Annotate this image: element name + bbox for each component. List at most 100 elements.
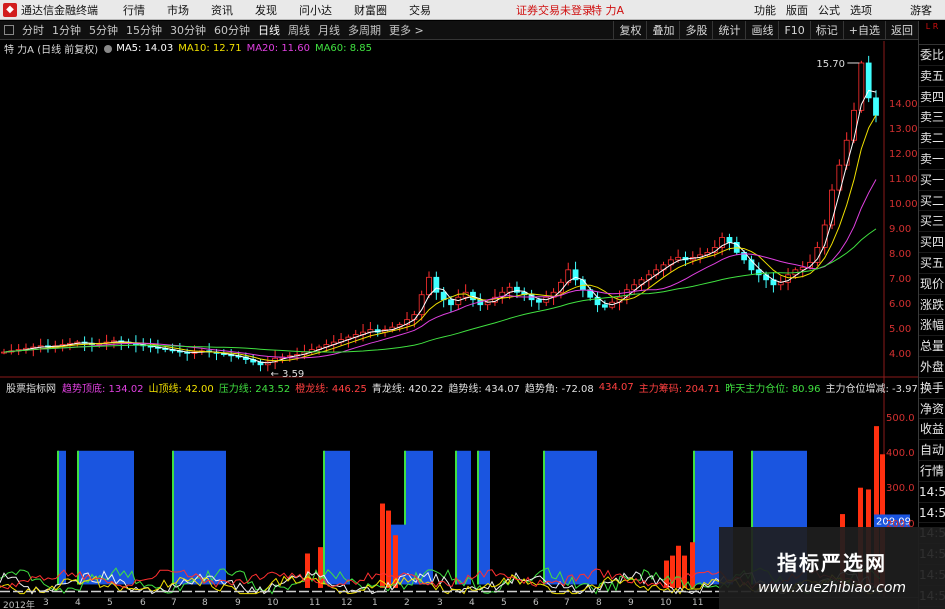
panel-item[interactable]: 买四 [919, 232, 945, 253]
indicator-spike [305, 553, 310, 588]
panel-item[interactable]: 涨幅 [919, 315, 945, 337]
panel-item[interactable]: 14:50 [919, 482, 945, 503]
panel-tabs[interactable]: L R [919, 21, 945, 45]
indicator-spike [664, 560, 669, 588]
ind-item: 主力仓位增减: -3.97 [825, 383, 918, 395]
indicator-zone [456, 450, 471, 585]
indicator-tick-label: 500.0 [886, 413, 915, 425]
indicator-zone [324, 450, 350, 585]
low-annotation: ← 3.59 [270, 369, 304, 380]
panel-item[interactable]: 买三 [919, 211, 945, 233]
ind-item: 434.07 [598, 381, 634, 393]
indicator-zone [78, 450, 134, 585]
date-tick-label: 11 [692, 598, 704, 608]
candle-body [536, 299, 542, 303]
date-tick-label: 7 [564, 598, 570, 608]
candle-body [865, 62, 872, 99]
date-tick-label: 2012年 [3, 601, 35, 609]
ind-item: 橙龙线: 446.25 [295, 383, 367, 395]
date-tick-label: 10 [267, 598, 279, 608]
panel-item[interactable]: 买一 [919, 170, 945, 191]
date-tick-label: 9 [235, 598, 241, 608]
date-tick-label: 2 [404, 598, 410, 608]
quote-panel: L R 委比 卖五 卖四 卖三 卖二 卖一 买一 买二 买三 买四 买五 现价 涨跌 涨幅 总量 外盘 换手 净资… [918, 21, 945, 609]
candle-body [858, 62, 865, 111]
date-tick-label: 6 [533, 598, 539, 608]
price-tick-label: 4.00 [889, 348, 912, 360]
panel-item[interactable]: 涨跌 [919, 295, 945, 316]
ma10-line [3, 115, 877, 362]
ma5-line [3, 89, 877, 364]
price-tick-label: 11.00 [889, 174, 918, 186]
panel-item[interactable]: 卖五 [919, 66, 945, 87]
ma5-label: MA5: 14.03 [116, 43, 174, 54]
indicator-legend: 股票指标网 趋势顶底: 134.02 山顶线: 42.00 压力线: 243.5… [0, 380, 918, 395]
panel-item[interactable]: 外盘 [919, 357, 945, 378]
ma20-line [3, 179, 877, 359]
ind-item: 压力线: 243.52 [218, 383, 291, 395]
indicator-zone [58, 450, 66, 585]
ind-item: 趋势线: 434.07 [448, 383, 520, 395]
indicator-tick-label: 400.0 [886, 448, 915, 460]
high-annotation: 15.70 [816, 59, 845, 70]
panel-item[interactable]: 收益 [919, 419, 945, 441]
panel-item[interactable]: 净资 [919, 399, 945, 420]
indicator-spike [690, 542, 695, 588]
candle-body [851, 109, 857, 141]
ind-item: 青龙线: 420.22 [371, 383, 444, 395]
date-tick-label: 5 [501, 598, 507, 608]
panel-item[interactable]: 行情 [919, 461, 945, 482]
kline-chart[interactable]: 15.70← 3.59209.09 [0, 0, 918, 597]
date-tick-label: 5 [107, 598, 113, 608]
date-tick-label: 12 [341, 598, 353, 608]
candle-body [426, 276, 432, 296]
price-tick-label: 14.00 [889, 99, 918, 111]
panel-item[interactable]: 现价 [919, 274, 945, 295]
date-tick-label: 8 [202, 598, 208, 608]
panel-item[interactable]: 换手 [919, 378, 945, 399]
ma60-line [3, 228, 877, 353]
indicator-zone [173, 450, 226, 585]
indicator-spike [676, 545, 681, 588]
date-tick-label: 4 [469, 598, 475, 608]
ma60-label: MA60: 8.85 [314, 43, 372, 54]
date-tick-label: 1 [372, 598, 378, 608]
indicator-zone [405, 450, 433, 585]
settings-dot-icon[interactable] [104, 44, 113, 53]
ind-item: 趋势角: -72.08 [524, 383, 594, 395]
date-tick-label: 8 [596, 598, 602, 608]
panel-item[interactable]: 卖二 [919, 128, 945, 149]
panel-item[interactable]: 卖四 [919, 87, 945, 108]
candle-body [873, 97, 879, 116]
candle-body [601, 304, 608, 308]
panel-item[interactable]: 自动 [919, 440, 945, 461]
indicator-name[interactable]: 股票指标网 [6, 380, 56, 395]
price-tick-label: 9.00 [889, 223, 912, 235]
watermark-url: www.xuezhibiao.com [757, 580, 907, 596]
panel-item[interactable]: 委比 [919, 45, 945, 66]
price-tick-label: 8.00 [889, 248, 912, 260]
indicator-zone [544, 450, 597, 585]
date-tick-label: 3 [43, 598, 49, 608]
panel-item[interactable]: 14:50 [919, 503, 945, 524]
ma20-label: MA20: 11.60 [246, 43, 310, 54]
candle-body [675, 256, 682, 261]
indicator-zone [478, 450, 490, 585]
candle-body [843, 139, 850, 166]
ind-item: 主力筹码: 204.71 [638, 383, 721, 395]
date-tick-label: 7 [171, 598, 177, 608]
ma-stock-label: 特 力A (日线 前复权) [4, 45, 99, 56]
price-tick-label: 7.00 [889, 273, 912, 285]
watermark-title: 指标严选网 [777, 551, 887, 575]
candle-body [726, 237, 733, 243]
panel-item[interactable]: 总量 [919, 336, 945, 357]
panel-item[interactable]: 买二 [919, 191, 945, 212]
ind-item: 趋势顶底: 134.02 [62, 383, 144, 395]
ind-item: 昨天主力仓位: 80.96 [725, 383, 821, 395]
panel-item[interactable]: 卖一 [919, 149, 945, 170]
indicator-tick-label: 300.0 [886, 483, 915, 495]
date-tick-label: 9 [628, 598, 634, 608]
ma10-label: MA10: 12.71 [178, 43, 242, 54]
panel-item[interactable]: 买五 [919, 253, 945, 274]
panel-item[interactable]: 卖三 [919, 107, 945, 129]
